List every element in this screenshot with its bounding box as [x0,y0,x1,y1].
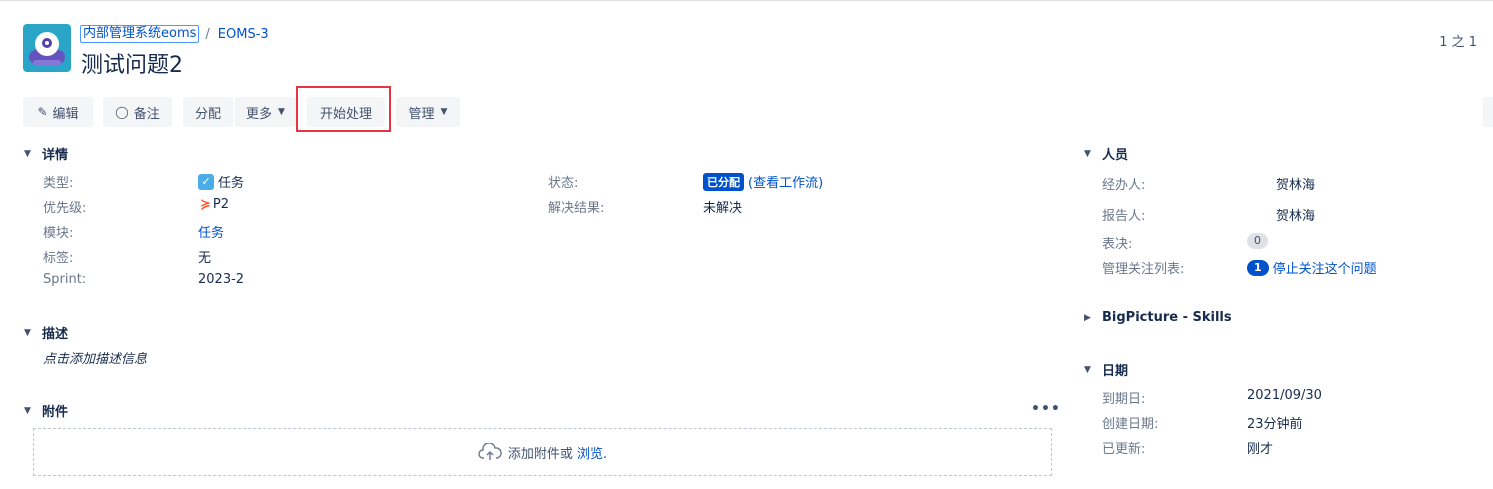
created-label: 创建日期: [1102,417,1159,432]
right-panel-edge [1483,97,1493,127]
breadcrumb: 内部管理系统eoms / EOMS-3 [80,24,269,44]
assignee-label: 经办人: [1102,178,1146,193]
component-link[interactable]: 任务 [198,222,224,241]
admin-button[interactable]: 管理 ▼ [396,97,460,127]
comment-button[interactable]: ◯ 备注 [103,97,172,127]
labels-label: 标签: [43,251,74,266]
sprint-value[interactable]: 2023-2 [198,272,244,287]
assignee-value[interactable]: 贺林海 [1276,174,1315,193]
assign-button[interactable]: 分配 [183,97,233,127]
votes-count-badge[interactable]: 0 [1247,233,1268,249]
people-section-header[interactable]: ▼ 人员 [1084,144,1128,163]
edit-button[interactable]: ✎ 编辑 [23,97,93,127]
sprint-label: Sprint: [43,272,87,287]
updated-value: 刚才 [1247,442,1274,457]
project-avatar[interactable] [23,24,71,72]
due-date-label: 到期日: [1102,392,1146,407]
task-check-icon: ✓ [198,173,214,190]
chevron-down-icon: ▼ [1084,148,1091,159]
reporter-value[interactable]: 贺林海 [1276,205,1315,224]
admin-button-label: 管理 [408,106,435,122]
priority-label: 优先级: [43,201,87,216]
attachments-heading: 附件 [42,405,69,420]
priority-value-text: P2 [212,197,230,212]
details-heading: 详情 [42,148,69,163]
description-heading: 描述 [42,327,69,342]
assign-button-label: 分配 [194,106,221,122]
chevron-down-icon: ▼ [24,327,31,338]
details-section-header[interactable]: ▼ 详情 [24,144,68,163]
status-value: 已分配 (查看工作流) [703,172,823,191]
status-badge: 已分配 [703,172,744,191]
chevron-down-icon: ▼ [24,405,31,416]
breadcrumb-project-link[interactable]: 内部管理系统eoms [80,25,200,43]
chevron-right-icon: ▶ [1084,312,1091,323]
top-border [0,0,1493,3]
due-date-value: 2021/09/30 [1247,388,1322,403]
updated-label: 已更新: [1102,442,1146,457]
issue-title[interactable]: 测试问题2 [81,47,183,79]
chevron-down-icon: ▼ [1084,364,1091,375]
comment-icon: ◯ [115,105,129,119]
edit-button-label: 编辑 [52,106,79,122]
breadcrumb-separator: / [205,26,210,42]
stop-watching-link[interactable]: 停止关注这个问题 [1273,258,1377,277]
view-workflow-link[interactable]: (查看工作流) [748,172,823,191]
labels-value[interactable]: 无 [198,247,211,266]
resolution-label: 解决结果: [548,201,605,216]
description-placeholder[interactable]: 点击添加描述信息 [43,348,147,367]
people-heading: 人员 [1102,148,1129,163]
priority-high-icon: ≽ [200,197,211,212]
dropzone-text: 添加附件或 [507,446,573,462]
highlight-annotation [296,86,391,132]
attachment-dropzone[interactable]: 添加附件或 浏览. [33,428,1052,476]
dates-heading: 日期 [1102,364,1129,379]
attachments-section-header[interactable]: ▼ 附件 [24,401,68,420]
attachments-more-icon[interactable]: ••• [1031,401,1061,417]
type-value-text: 任务 [218,176,245,191]
chevron-down-icon: ▼ [440,107,448,117]
component-label: 模块: [43,226,74,241]
watchers-value: 1 停止关注这个问题 [1247,258,1377,277]
issue-pager: 1 之 1 [1439,35,1477,50]
resolution-value: 未解决 [703,201,743,216]
type-label: 类型: [43,176,74,191]
bigpicture-heading: BigPicture - Skills [1102,310,1232,325]
bigpicture-section-header[interactable]: ▶ BigPicture - Skills [1084,310,1232,325]
breadcrumb-issue-key[interactable]: EOMS-3 [218,27,269,42]
chevron-down-icon: ▼ [24,148,31,159]
chevron-down-icon: ▼ [278,107,285,117]
priority-value: ≽ P2 [200,197,229,212]
cloud-upload-icon [478,443,502,460]
votes-value: 0 [1247,233,1268,249]
votes-label: 表决: [1102,237,1133,252]
pencil-icon: ✎ [37,105,48,119]
description-section-header[interactable]: ▼ 描述 [24,323,68,342]
watchers-count-badge[interactable]: 1 [1247,259,1269,276]
dates-section-header[interactable]: ▼ 日期 [1084,360,1128,379]
reporter-label: 报告人: [1102,209,1146,224]
status-label: 状态: [548,176,579,191]
comment-button-label: 备注 [133,106,160,122]
more-button-label: 更多 [246,106,273,122]
type-value: ✓ 任务 [198,172,244,191]
created-value: 23分钟前 [1247,417,1303,432]
browse-link[interactable]: 浏览. [577,443,607,462]
more-button[interactable]: 更多 ▼ [235,97,296,127]
watchers-label: 管理关注列表: [1102,262,1185,277]
